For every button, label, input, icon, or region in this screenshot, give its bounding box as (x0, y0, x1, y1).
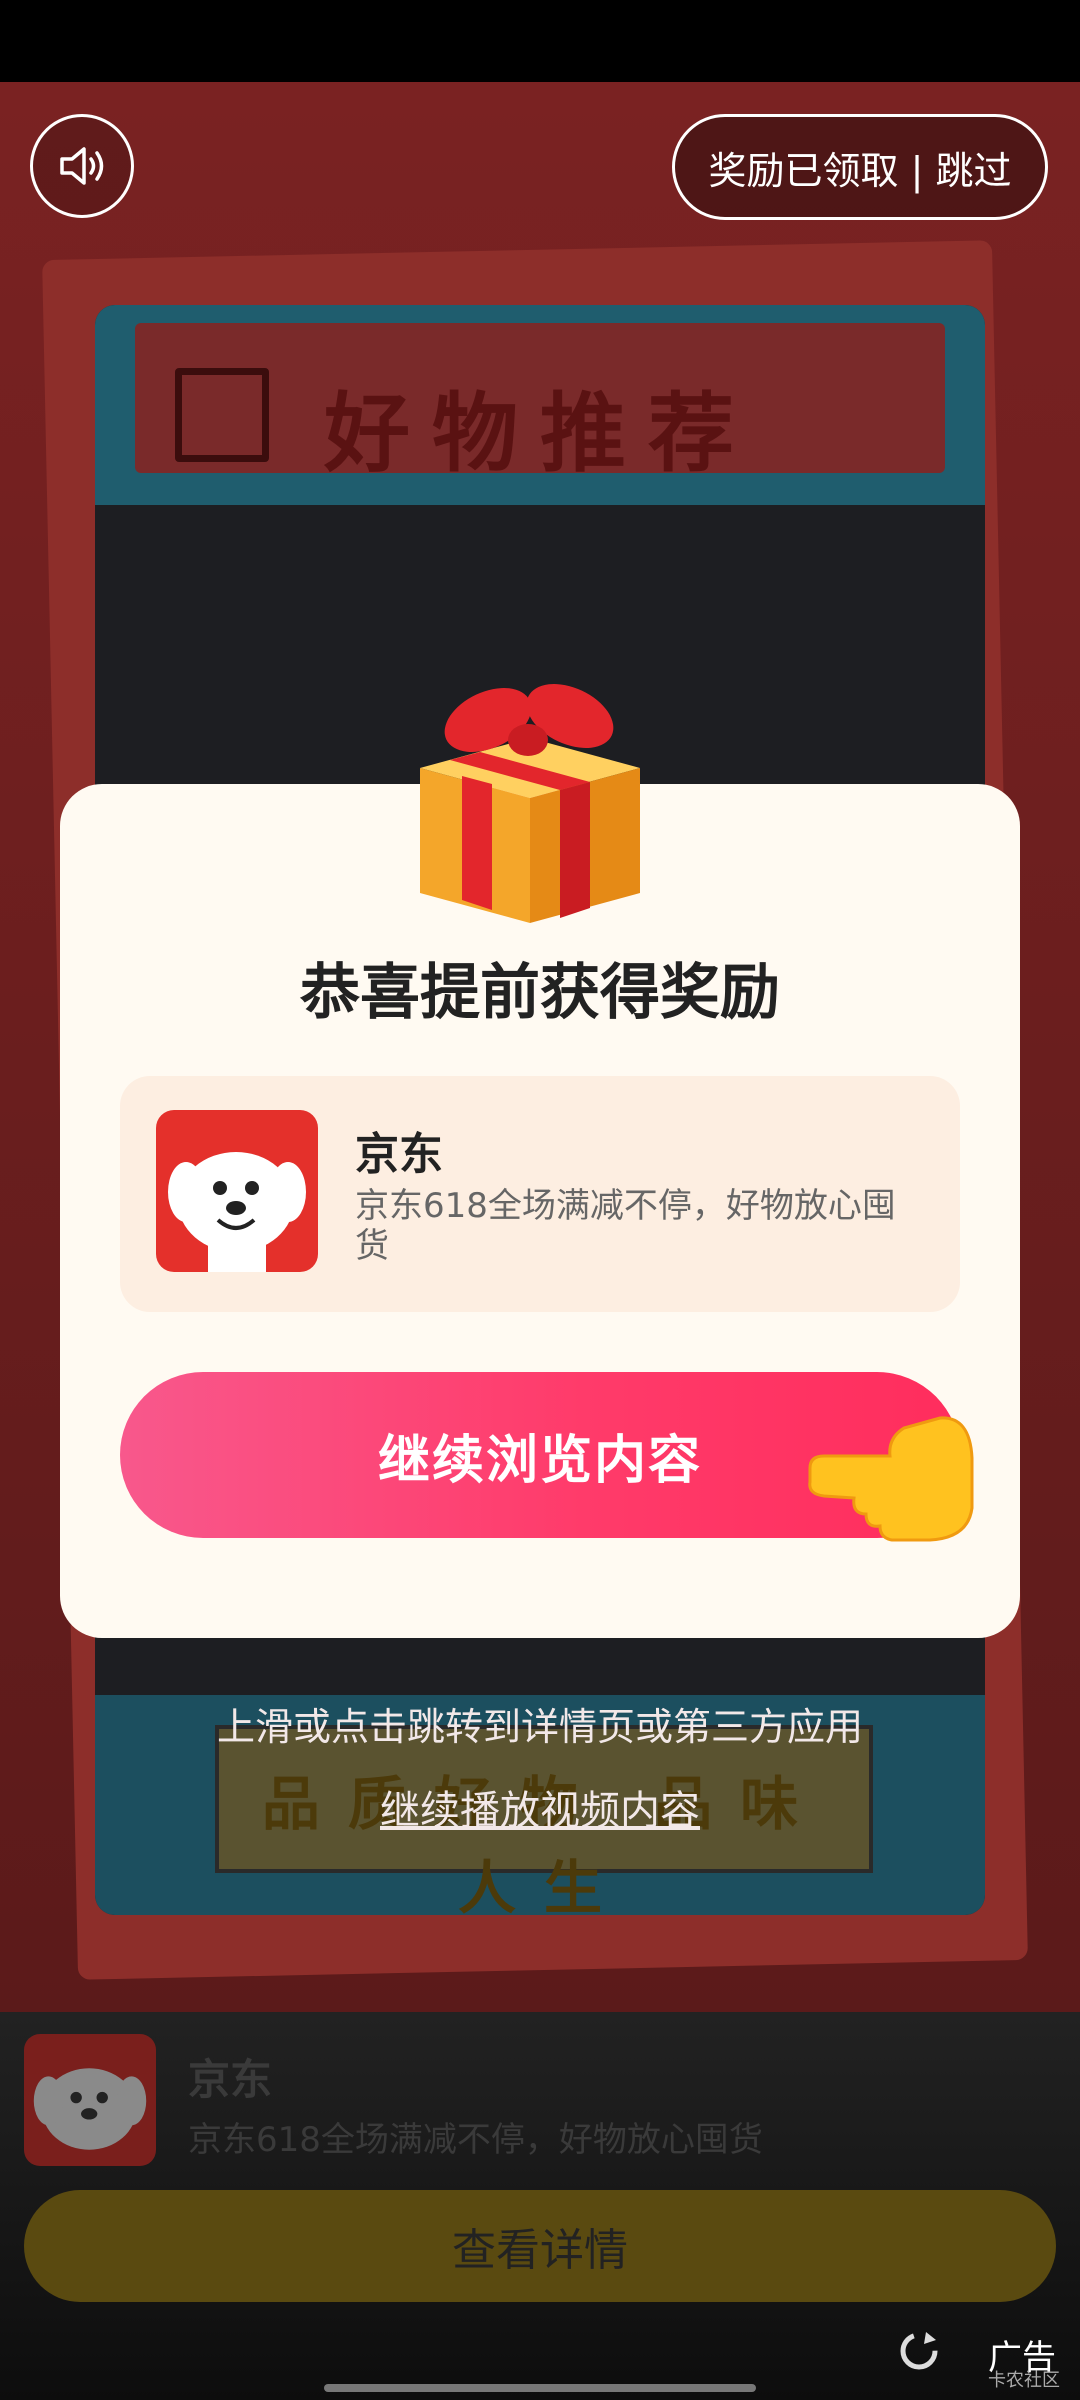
pointing-hand-icon (808, 1416, 974, 1542)
skip-button[interactable]: 奖励已领取 | 跳过 (672, 114, 1048, 220)
poster-title: 好物推荐 (324, 384, 756, 484)
refresh-icon[interactable] (896, 2328, 942, 2374)
bottom-app-description: 京东618全场满减不停，好物放心囤货 (188, 2120, 763, 2160)
dialog-title: 恭喜提前获得奖励 (300, 958, 780, 1028)
poster-header-bar: 好物推荐 (135, 323, 945, 484)
home-indicator[interactable] (324, 2384, 756, 2392)
continue-video-link[interactable]: 继续播放视频内容 (0, 1778, 1080, 1836)
jd-logo-small-icon (24, 2034, 156, 2166)
watermark: 卡农社区 (988, 2370, 1060, 2391)
swipe-hint: 上滑或点击跳转到详情页或第三方应用 (216, 1705, 863, 1749)
view-details-button[interactable]: 查看详情 (24, 2190, 1056, 2302)
speaker-icon (60, 147, 104, 185)
app-description: 京东618全场满减不停，好物放心囤货 (355, 1186, 896, 1266)
status-bar (0, 0, 1080, 82)
gift-icon (420, 684, 640, 923)
app-name: 京东 (355, 1129, 443, 1180)
sound-toggle-button[interactable] (30, 114, 134, 218)
bottom-app-name: 京东 (188, 2055, 273, 2104)
poster-header: 好物推荐 (95, 305, 985, 505)
jd-logo-icon (156, 1110, 318, 1272)
